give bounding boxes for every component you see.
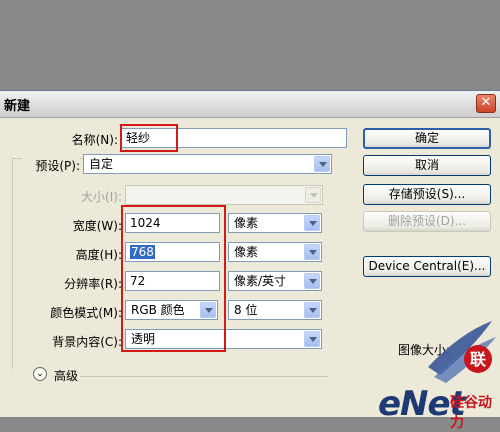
save-preset-button[interactable]: 存储预设(S)... (363, 184, 491, 205)
chevron-down-icon[interactable] (314, 156, 330, 172)
preset-select[interactable]: 自定 (83, 154, 332, 174)
height-unit-value: 像素 (234, 245, 259, 259)
chevron-down-icon[interactable] (304, 302, 320, 318)
cancel-button[interactable]: 取消 (363, 155, 491, 176)
svg-text:联: 联 (470, 350, 486, 369)
name-highlight-box (120, 124, 178, 152)
width-label: 宽度(W): (72, 219, 122, 233)
width-unit-select[interactable]: 像素 (228, 213, 322, 233)
watermark-seal-text: 硅谷动力 (450, 395, 492, 431)
watermark-seal-logo: 联 (428, 321, 496, 383)
ok-button[interactable]: 确定 (363, 128, 491, 149)
color-mode-label: 颜色模式(M): (50, 306, 122, 320)
dialog-title: 新建 (4, 99, 31, 114)
close-icon: ✕ (480, 95, 492, 110)
advanced-label[interactable]: 高级 (54, 367, 78, 384)
chevron-down-icon[interactable] (304, 244, 320, 260)
size-label: 大小(I): (81, 190, 122, 204)
chevron-double-down-icon[interactable]: ⌄ (33, 367, 47, 381)
height-label: 高度(H): (75, 248, 122, 262)
resolution-unit-value: 像素/英寸 (234, 274, 287, 288)
dialog-titlebar[interactable]: 新建 ✕ (0, 91, 500, 118)
bit-depth-select[interactable]: 8 位 (228, 300, 322, 320)
advanced-divider (80, 376, 328, 377)
chevron-down-icon (305, 187, 321, 203)
size-select (125, 185, 323, 205)
device-central-button[interactable]: Device Central(E)... (363, 256, 491, 277)
chevron-down-icon[interactable] (304, 215, 320, 231)
name-label: 名称(N): (71, 133, 118, 147)
bit-depth-value: 8 位 (234, 303, 258, 317)
settings-highlight-box (121, 205, 226, 352)
delete-preset-button: 删除预设(D)... (363, 211, 491, 232)
background-content-label: 背景内容(C): (52, 335, 122, 349)
resolution-unit-select[interactable]: 像素/英寸 (228, 271, 322, 291)
width-unit-value: 像素 (234, 216, 259, 230)
preset-label: 预设(P): (22, 157, 80, 174)
height-unit-select[interactable]: 像素 (228, 242, 322, 262)
chevron-down-icon[interactable] (304, 273, 320, 289)
preset-value: 自定 (89, 157, 114, 171)
chevron-down-icon[interactable] (304, 331, 320, 347)
close-button[interactable]: ✕ (476, 94, 496, 113)
resolution-label: 分辨率(R): (64, 277, 122, 291)
desktop-background (0, 0, 500, 90)
